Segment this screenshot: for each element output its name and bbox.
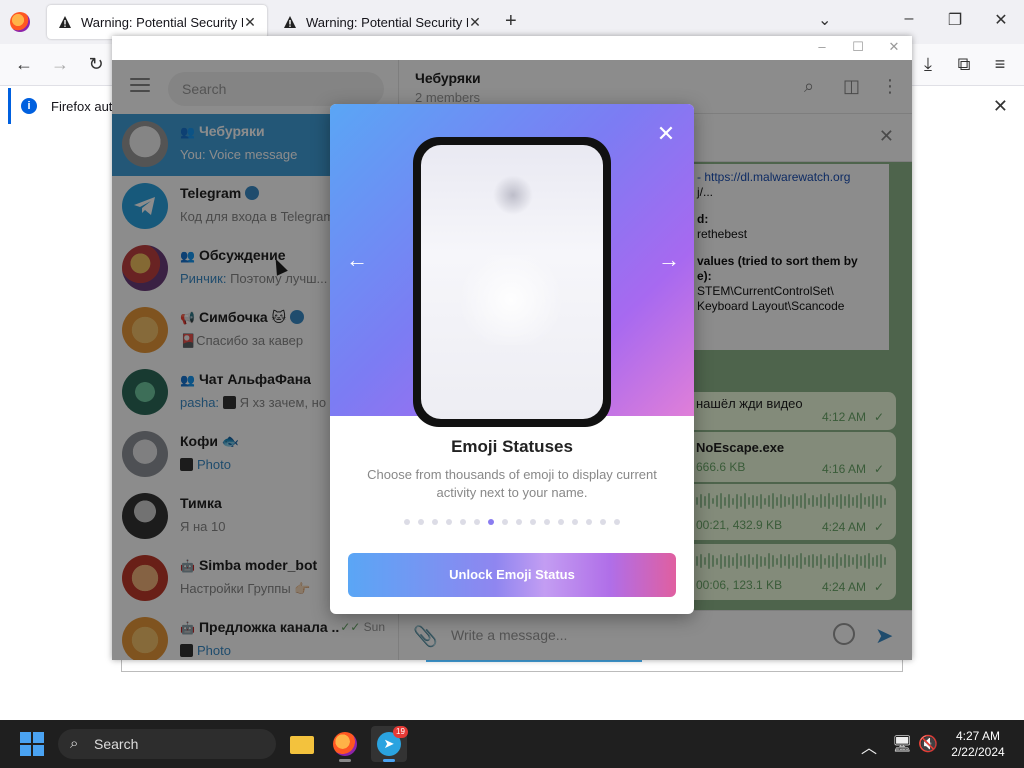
- premium-feature-modal: ✕ ← → Emoji Statuses Choose from thousan…: [330, 104, 694, 614]
- active-indicator: [383, 759, 395, 762]
- unlock-emoji-status-button[interactable]: Unlock Emoji Status: [348, 553, 676, 597]
- file-explorer-app[interactable]: [283, 726, 319, 762]
- browser-content-edge: [121, 660, 903, 672]
- blurred-emoji: [493, 175, 533, 215]
- reload-icon[interactable]: ↻: [84, 54, 108, 75]
- firefox-app[interactable]: [327, 726, 363, 762]
- network-icon[interactable]: 🖥: [892, 734, 912, 754]
- modal-title: Emoji Statuses: [451, 437, 573, 456]
- modal-description: Choose from thousands of emoji to displa…: [367, 467, 657, 500]
- carousel-dot[interactable]: [530, 519, 536, 525]
- carousel-dot[interactable]: [586, 519, 592, 525]
- taskbar-search[interactable]: ⌕ Search: [58, 729, 276, 759]
- tab-security-warning-1[interactable]: Warning: Potential Security Risk ✕: [47, 5, 267, 39]
- close-tab-icon[interactable]: ✕: [468, 14, 482, 31]
- carousel-dot[interactable]: [544, 519, 550, 525]
- carousel-dot[interactable]: [474, 519, 480, 525]
- close-window-icon[interactable]: ✕: [886, 39, 902, 55]
- next-arrow-icon[interactable]: →: [658, 247, 680, 273]
- running-indicator: [339, 759, 351, 762]
- phone-screen: [421, 145, 603, 419]
- modal-hero-banner: ✕ ← →: [330, 104, 694, 427]
- volume-muted-icon[interactable]: 🔇: [918, 734, 938, 754]
- restore-icon[interactable]: ❐: [945, 10, 965, 30]
- carousel-dot[interactable]: [516, 519, 522, 525]
- back-icon[interactable]: ←: [12, 54, 36, 75]
- carousel-dot[interactable]: [600, 519, 606, 525]
- show-hidden-icons-icon[interactable]: ︿: [861, 734, 877, 758]
- tab-title: Warning: Potential Security Risk: [81, 14, 243, 30]
- taskbar-search-label: Search: [94, 736, 139, 752]
- carousel-dot[interactable]: [488, 519, 494, 525]
- clock-date: 2/22/2024: [951, 745, 1005, 759]
- forward-icon[interactable]: →: [48, 54, 72, 75]
- warning-icon: [282, 14, 298, 30]
- windows-taskbar: ⌕ Search ➤ 19 ︿ 🖥 🔇 4:27 AM 2/22/2024: [0, 720, 1024, 768]
- download-icon[interactable]: ⤓: [916, 54, 940, 75]
- carousel-dot[interactable]: [418, 519, 424, 525]
- telegram-app[interactable]: ➤ 19: [371, 726, 408, 762]
- blurred-content: [451, 255, 571, 345]
- new-tab-button[interactable]: +: [505, 10, 517, 33]
- tab-security-warning-2[interactable]: Warning: Potential Security Risk ✕: [272, 5, 492, 39]
- close-window-icon[interactable]: ✕: [991, 10, 1011, 30]
- info-icon: i: [21, 98, 37, 114]
- carousel-dot[interactable]: [558, 519, 564, 525]
- system-clock[interactable]: 4:27 AM 2/22/2024: [940, 728, 1016, 760]
- close-tab-icon[interactable]: ✕: [243, 14, 257, 31]
- tab-title: Warning: Potential Security Risk: [306, 14, 468, 30]
- close-notice-icon[interactable]: ✕: [993, 96, 1008, 117]
- firefox-icon: [333, 732, 357, 756]
- warning-icon: [57, 14, 73, 30]
- unread-badge: 19: [393, 726, 408, 738]
- carousel-dot[interactable]: [460, 519, 466, 525]
- clock-time: 4:27 AM: [955, 729, 1001, 743]
- search-icon: ⌕: [70, 735, 79, 752]
- firefox-icon[interactable]: [10, 12, 30, 32]
- carousel-dot[interactable]: [432, 519, 438, 525]
- carousel-dot[interactable]: [446, 519, 452, 525]
- telegram-titlebar: – ☐ ✕: [112, 36, 912, 60]
- carousel-dot[interactable]: [502, 519, 508, 525]
- carousel-dot[interactable]: [404, 519, 410, 525]
- carousel-dot[interactable]: [614, 519, 620, 525]
- list-all-tabs-icon[interactable]: ⌄: [818, 10, 831, 30]
- close-icon[interactable]: ✕: [656, 121, 676, 147]
- maximize-icon[interactable]: ☐: [850, 39, 866, 55]
- carousel-dots[interactable]: [330, 519, 694, 525]
- folder-icon: [290, 736, 314, 754]
- menu-icon[interactable]: ≡: [988, 54, 1012, 75]
- windows-start-icon[interactable]: [20, 732, 44, 756]
- previous-arrow-icon[interactable]: ←: [346, 247, 368, 273]
- minimize-icon[interactable]: –: [899, 10, 919, 28]
- minimize-icon[interactable]: –: [814, 39, 830, 54]
- extensions-icon[interactable]: ⧉: [952, 54, 976, 75]
- phone-preview-image: [413, 137, 611, 427]
- carousel-dot[interactable]: [572, 519, 578, 525]
